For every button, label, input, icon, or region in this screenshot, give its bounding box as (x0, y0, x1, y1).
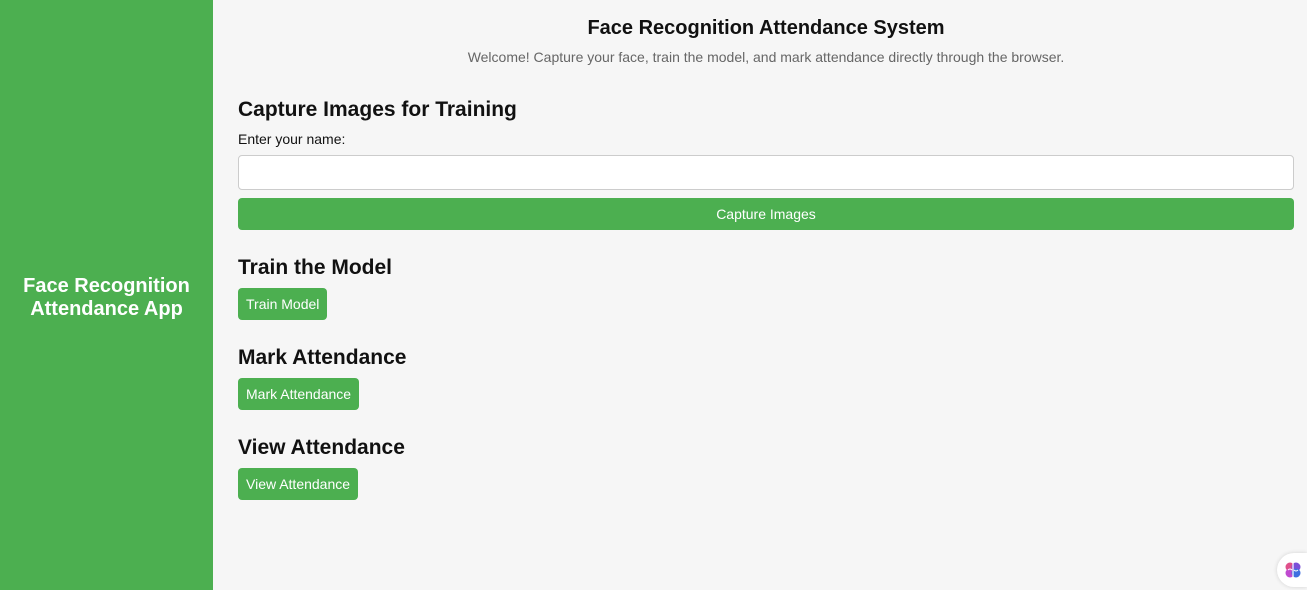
app-root: Face Recognition Attendance App Face Rec… (0, 0, 1307, 590)
train-model-button[interactable]: Train Model (238, 288, 328, 320)
page-title: Face Recognition Attendance System (587, 17, 945, 39)
name-field-label: Enter your name: (238, 131, 346, 147)
sidebar: Face Recognition Attendance App (0, 0, 213, 590)
train-section-heading: Train the Model (238, 256, 393, 279)
mark-section-heading: Mark Attendance (238, 346, 407, 369)
view-section-heading: View Attendance (238, 436, 405, 459)
assistant-widget-button[interactable] (1277, 553, 1307, 587)
name-input[interactable] (238, 155, 1294, 190)
capture-images-button[interactable]: Capture Images (238, 198, 1294, 230)
page-subtitle: Welcome! Capture your face, train the mo… (467, 49, 1065, 65)
mark-attendance-button[interactable]: Mark Attendance (238, 378, 360, 410)
view-attendance-button[interactable]: View Attendance (238, 468, 359, 500)
sidebar-title: Face Recognition Attendance App (23, 275, 190, 320)
brain-icon (1285, 562, 1301, 578)
main-content: Face Recognition Attendance System Welco… (213, 0, 1307, 590)
capture-section-heading: Capture Images for Training (238, 98, 517, 121)
